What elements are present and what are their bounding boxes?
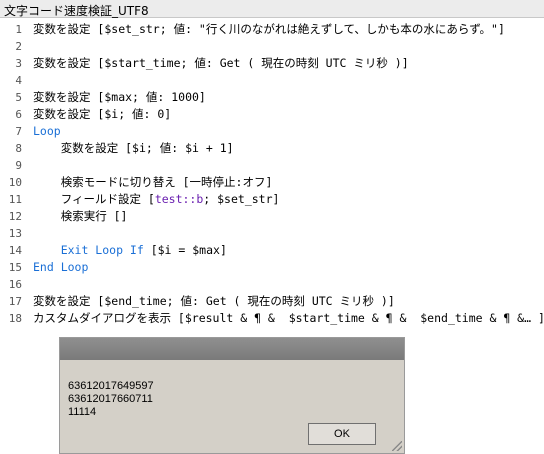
line-number: 8	[15, 142, 22, 155]
dialog-message-line: 11114	[68, 406, 97, 418]
control-keyword: End Loop	[33, 260, 89, 274]
line-number: 12	[8, 210, 22, 223]
script-step-text: 検索実行 []	[33, 208, 128, 225]
line-number: 6	[15, 108, 22, 121]
dialog-message-line: 63612017660711	[68, 393, 153, 405]
script-line[interactable]: 15 End Loop	[0, 259, 544, 276]
step-text-segment: カスタムダイアログを表示 [$result & ¶ & $start_time …	[33, 311, 544, 325]
dialog-message: 63612017649597 63612017660711 11114	[68, 380, 154, 419]
script-step-text: カスタムダイアログを表示 [$result & ¶ & $start_time …	[33, 310, 544, 327]
line-number: 16	[8, 278, 22, 291]
line-number: 3	[15, 57, 22, 70]
line-number: 2	[15, 40, 22, 53]
line-number: 11	[8, 193, 22, 206]
script-step-text: フィールド設定 [test::b; $set_str]	[33, 191, 280, 208]
line-number: 14	[8, 244, 22, 257]
resize-grip-icon[interactable]	[392, 441, 402, 451]
step-text-segment: 変数を設定 [$start_time; 値: Get ( 現在の時刻 UTC ミ…	[33, 56, 409, 70]
script-line[interactable]: 10 検索モードに切り替え [一時停止:オフ]	[0, 174, 544, 191]
script-line[interactable]: 11 フィールド設定 [test::b; $set_str]	[0, 191, 544, 208]
step-text-segment: 変数を設定 [$i; 値: 0]	[33, 107, 172, 121]
script-line[interactable]: 14 Exit Loop If [$i = $max]	[0, 242, 544, 259]
script-line[interactable]: 6 変数を設定 [$i; 値: 0]	[0, 106, 544, 123]
line-number: 10	[8, 176, 22, 189]
script-line[interactable]: 8 変数を設定 [$i; 値: $i + 1]	[0, 140, 544, 157]
field-reference: test::b	[154, 192, 204, 206]
control-keyword: Exit Loop If	[33, 243, 144, 257]
window-titlebar: 文字コード速度検証_UTF8	[0, 0, 544, 18]
step-text-segment: 検索実行 []	[33, 209, 128, 223]
step-text-segment: ; $set_str]	[203, 192, 280, 206]
script-line[interactable]: 18 カスタムダイアログを表示 [$result & ¶ & $start_tim…	[0, 310, 544, 327]
line-number: 13	[8, 227, 22, 240]
script-line[interactable]: 7 Loop	[0, 123, 544, 140]
ok-button[interactable]: OK	[308, 423, 376, 445]
script-step-text: 変数を設定 [$set_str; 値: "行く川のながれは絶えずして、しかも本の…	[33, 21, 505, 38]
script-line[interactable]: 13	[0, 225, 544, 242]
script-step-text: 変数を設定 [$i; 値: 0]	[33, 106, 171, 123]
script-line[interactable]: 16	[0, 276, 544, 293]
line-number: 5	[15, 91, 22, 104]
script-line[interactable]: 9	[0, 157, 544, 174]
script-step-text: 変数を設定 [$i; 値: $i + 1]	[33, 140, 234, 157]
script-step-text: 変数を設定 [$start_time; 値: Get ( 現在の時刻 UTC ミ…	[33, 55, 409, 72]
step-text-segment: 検索モードに切り替え [一時停止:オフ]	[33, 175, 273, 189]
script-line[interactable]: 3 変数を設定 [$start_time; 値: Get ( 現在の時刻 UTC …	[0, 55, 544, 72]
script-step-text: 変数を設定 [$max; 値: 1000]	[33, 89, 206, 106]
step-text-segment: 変数を設定 [$max; 値: 1000]	[33, 90, 206, 104]
script-line[interactable]: 1 変数を設定 [$set_str; 値: "行く川のながれは絶えずして、しかも本…	[0, 21, 544, 38]
line-number: 4	[15, 74, 22, 87]
line-number: 18	[8, 312, 22, 325]
script-line[interactable]: 2	[0, 38, 544, 55]
script-line[interactable]: 5 変数を設定 [$max; 値: 1000]	[0, 89, 544, 106]
line-number: 15	[8, 261, 22, 274]
script-line[interactable]: 12 検索実行 []	[0, 208, 544, 225]
script-step-text: Loop	[33, 123, 61, 140]
script-line[interactable]: 17 変数を設定 [$end_time; 値: Get ( 現在の時刻 UTC ミ…	[0, 293, 544, 310]
dialog-titlebar[interactable]	[60, 338, 404, 360]
line-number: 1	[15, 23, 22, 36]
line-number: 17	[8, 295, 22, 308]
script-step-text: 変数を設定 [$end_time; 値: Get ( 現在の時刻 UTC ミリ秒…	[33, 293, 395, 310]
step-text-segment: フィールド設定 [	[33, 192, 155, 206]
control-keyword: Loop	[33, 124, 61, 138]
step-text-segment: 変数を設定 [$i; 値: $i + 1]	[33, 141, 234, 155]
custom-dialog: 63612017649597 63612017660711 11114 OK	[59, 337, 405, 454]
line-number: 9	[15, 159, 22, 172]
script-step-text: 検索モードに切り替え [一時停止:オフ]	[33, 174, 273, 191]
script-step-text: End Loop	[33, 259, 88, 276]
step-text-segment: [$i = $max]	[143, 243, 227, 257]
dialog-message-line: 63612017649597	[68, 380, 154, 392]
step-text-segment: 変数を設定 [$end_time; 値: Get ( 現在の時刻 UTC ミリ秒…	[33, 294, 395, 308]
line-number: 7	[15, 125, 22, 138]
script-step-text: Exit Loop If [$i = $max]	[33, 242, 227, 259]
script-line[interactable]: 4	[0, 72, 544, 89]
window-title: 文字コード速度検証_UTF8	[4, 4, 149, 18]
step-text-segment: 変数を設定 [$set_str; 値: "行く川のながれは絶えずして、しかも本の…	[33, 22, 505, 36]
